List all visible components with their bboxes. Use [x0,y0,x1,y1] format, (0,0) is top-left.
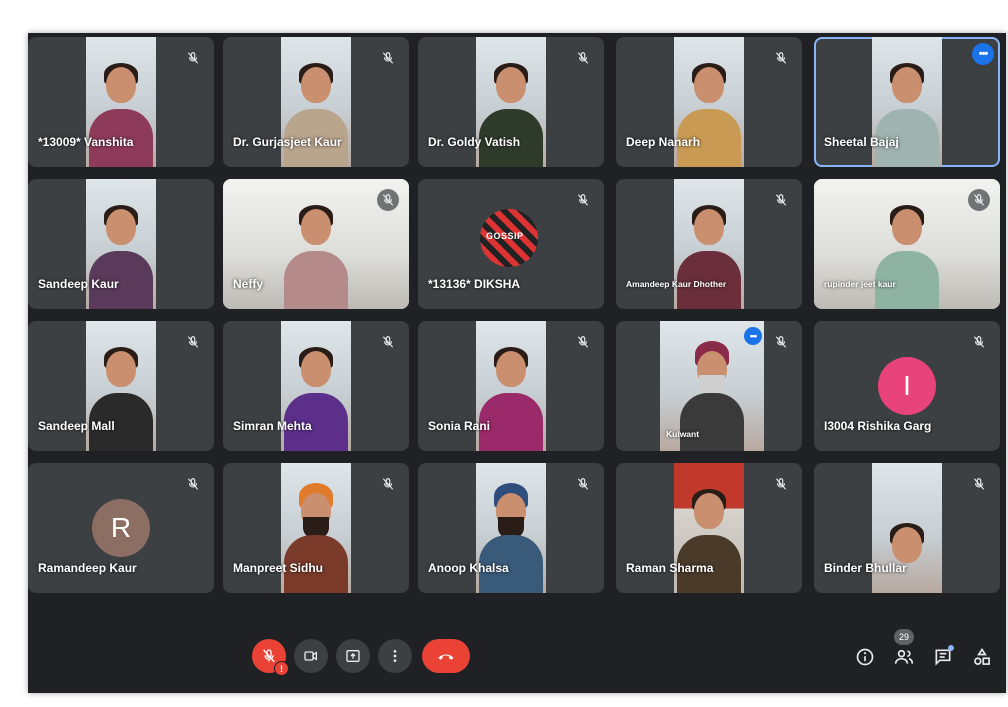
participant-tile[interactable]: R Ramandeep Kaur [28,463,214,593]
participant-name: *13009* Vanshita [38,135,134,149]
participant-name: Binder Bhullar [824,561,907,575]
participant-avatar: R [92,499,150,557]
participant-tile[interactable]: Sonia Rani [418,321,604,451]
participant-video: GOSSIP [480,209,538,267]
participant-tile[interactable]: Amandeep Kaur Dhother [616,179,802,309]
mic-muted-icon [572,473,594,495]
present-screen-button[interactable] [336,639,370,673]
participant-name: Amandeep Kaur Dhother [626,279,727,289]
mic-muted-icon [770,47,792,69]
participant-name: Kulwant [666,429,700,439]
chat-notification-dot [948,645,954,651]
more-options-icon[interactable]: ••• [972,43,994,65]
camera-toggle-button[interactable] [294,639,328,673]
participant-tile[interactable]: Deep Nanarh [616,37,802,167]
participant-name: Raman Sharma [626,561,714,575]
participant-name: Sandeep Mall [38,419,115,433]
activities-button[interactable] [970,645,994,669]
participant-tile[interactable]: ••• Kulwant [616,321,802,451]
participant-name: Dr. Gurjasjeet Kaur [233,135,342,149]
mic-muted-icon [377,473,399,495]
participant-tile[interactable]: rupinder jeet kaur [814,179,1000,309]
mic-toggle-button[interactable]: ! [252,639,289,676]
mic-muted-icon [968,331,990,353]
mic-muted-icon [377,331,399,353]
participant-avatar: I [878,357,936,415]
participant-tile-active[interactable]: ••• Sheetal Bajaj [814,37,1000,167]
participant-name: Sandeep Kaur [38,277,119,291]
mic-muted-icon [572,47,594,69]
participant-tile[interactable]: Sandeep Kaur [28,179,214,309]
participant-tile[interactable]: Dr. Goldy Vatish [418,37,604,167]
participant-tile[interactable]: *13009* Vanshita [28,37,214,167]
more-options-icon [387,648,403,664]
mic-muted-icon [182,331,204,353]
activities-icon [972,647,992,667]
mic-muted-icon [770,189,792,211]
mic-alert-badge: ! [274,661,289,676]
end-call-icon [436,646,456,666]
participant-name: Simran Mehta [233,419,312,433]
more-options-icon[interactable]: ••• [744,327,762,345]
more-options-button[interactable] [378,639,412,673]
mic-muted-icon [377,189,399,211]
participant-name: Manpreet Sidhu [233,561,324,575]
control-bar: ! 29 [28,619,1006,693]
participant-tile[interactable]: Binder Bhullar [814,463,1000,593]
participant-tile[interactable]: I I3004 Rishika Garg [814,321,1000,451]
participant-name: Sheetal Bajaj [824,135,899,149]
mic-muted-icon [968,473,990,495]
mic-muted-icon [572,189,594,211]
mic-off-icon [261,648,277,664]
participant-tile[interactable]: GOSSIP *13136* DIKSHA [418,179,604,309]
mic-muted-icon [770,473,792,495]
participant-tile[interactable]: Sandeep Mall [28,321,214,451]
participant-tile[interactable]: Neffy [223,179,409,309]
participant-name: Anoop Khalsa [428,561,509,575]
participant-name: Deep Nanarh [626,135,701,149]
video-caption: GOSSIP [486,231,524,241]
people-count-badge: 29 [894,629,914,645]
participant-name: Ramandeep Kaur [38,561,137,575]
participant-tile[interactable]: Anoop Khalsa [418,463,604,593]
participant-name: I3004 Rishika Garg [824,419,932,433]
participant-name: Sonia Rani [428,419,491,433]
mic-muted-icon [182,473,204,495]
participant-tile[interactable]: Raman Sharma [616,463,802,593]
mic-muted-icon [377,47,399,69]
chat-button[interactable] [931,645,955,669]
mic-muted-icon [182,47,204,69]
participant-video [674,179,744,309]
mic-muted-icon [770,331,792,353]
mic-muted-icon [968,189,990,211]
participant-tile[interactable]: Manpreet Sidhu [223,463,409,593]
participant-name: *13136* DIKSHA [428,277,521,291]
people-icon [894,647,914,667]
mic-muted-icon [572,331,594,353]
camera-icon [303,648,319,664]
participant-tile[interactable]: Simran Mehta [223,321,409,451]
meet-window: *13009* Vanshita Dr. Gurjasjeet Kaur Dr.… [28,33,1006,693]
info-icon [855,647,875,667]
participant-name: Neffy [233,277,264,291]
meeting-info-button[interactable] [853,645,877,669]
people-button[interactable]: 29 [892,629,916,669]
end-call-button[interactable] [422,639,470,673]
participant-name: rupinder jeet kaur [824,279,896,289]
participant-name: Dr. Goldy Vatish [428,135,521,149]
participant-tile[interactable]: Dr. Gurjasjeet Kaur [223,37,409,167]
present-screen-icon [345,648,361,664]
